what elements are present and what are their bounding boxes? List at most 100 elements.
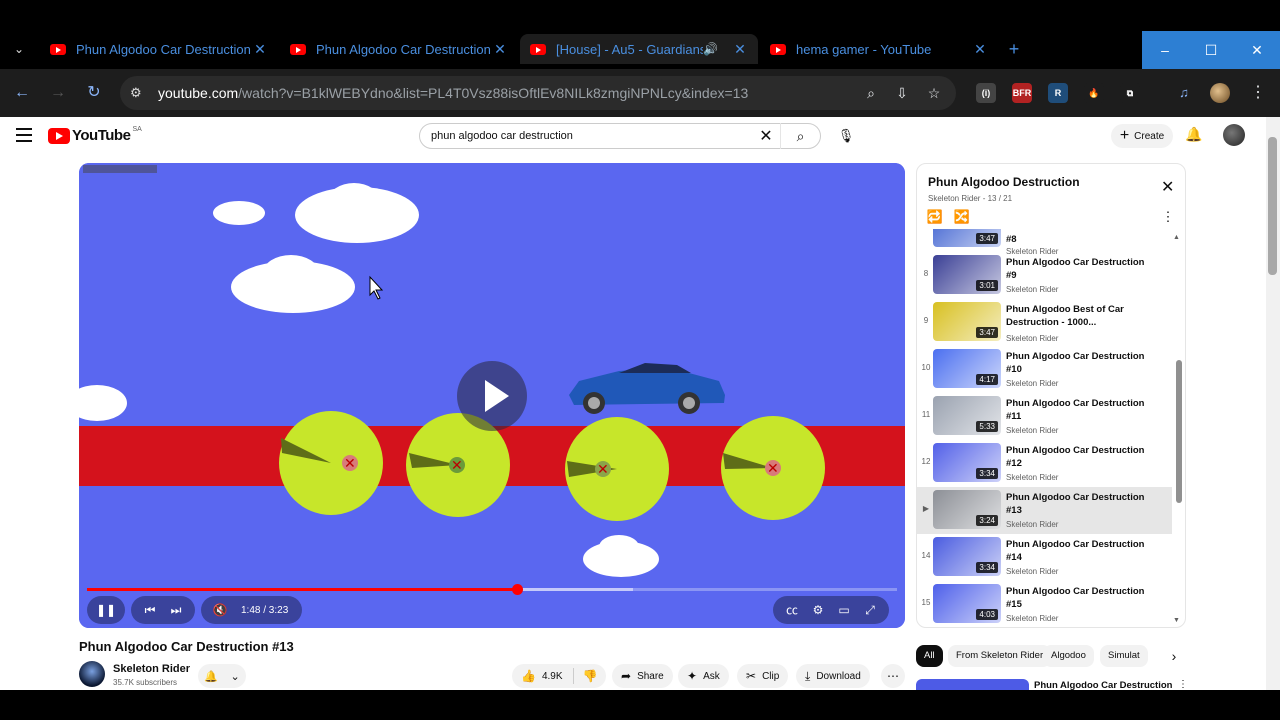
browser-tab[interactable]: hema gamer - YouTube ✕ (760, 34, 998, 64)
big-play-button[interactable] (457, 361, 527, 431)
page-scrollbar-thumb[interactable] (1268, 137, 1277, 275)
tab-list-button[interactable]: ⌄ (8, 38, 30, 60)
new-tab-button[interactable]: + (1004, 39, 1024, 59)
playlist-item-channel: Skeleton Rider (1006, 473, 1059, 482)
next-icon[interactable]: ⏭ (163, 597, 189, 623)
playlist-item-index: 11 (921, 410, 931, 419)
playlist-item-thumbnail[interactable]: 5:33 (933, 396, 1001, 435)
fullscreen-icon[interactable]: ⤢ (857, 597, 883, 623)
like-button[interactable]: 👍 4.9K (512, 668, 574, 684)
previous-icon[interactable]: ⏮ (137, 597, 163, 623)
reload-button[interactable]: ↻ (82, 81, 106, 105)
search-input[interactable] (431, 130, 752, 142)
install-app-icon[interactable]: ⇩ (893, 84, 911, 102)
create-button[interactable]: + Create (1111, 124, 1173, 148)
address-bar[interactable]: ⚙ youtube.com/watch?v=B1klWEBYdno&list=P… (120, 76, 956, 110)
clear-search-icon[interactable]: ✕ (752, 126, 780, 146)
channel-avatar[interactable] (79, 661, 105, 687)
filter-chip[interactable]: Algodoo (1043, 645, 1094, 667)
bookmark-star-icon[interactable]: ☆ (925, 84, 943, 102)
browser-menu-icon[interactable]: ⋮ (1246, 81, 1270, 105)
extension-icon[interactable]: 🔥 (1084, 83, 1104, 103)
recommended-menu-icon[interactable]: ⋮ (1178, 679, 1186, 690)
youtube-logo[interactable]: YouTube SA (48, 126, 142, 144)
guide-menu-icon[interactable] (16, 128, 32, 142)
maximize-button[interactable]: ☐ (1188, 31, 1234, 69)
dislike-button[interactable]: 👎 (574, 669, 606, 683)
playlist-title[interactable]: Phun Algodoo Destruction (928, 175, 1080, 189)
playlist-item-thumbnail[interactable]: 3:24 (933, 490, 1001, 529)
playlist-item-index: 14 (921, 551, 931, 560)
recommended-thumbnail[interactable] (916, 679, 1029, 690)
playlist-item-thumbnail[interactable]: 3:47 (933, 229, 1001, 247)
filter-chip[interactable]: Simulat (1100, 645, 1148, 667)
minimize-button[interactable]: – (1142, 31, 1188, 69)
ask-button[interactable]: ✦ Ask (678, 664, 729, 688)
back-button[interactable]: ← (10, 81, 34, 105)
extension-icon[interactable]: BFR (1012, 83, 1032, 103)
playlist-item[interactable]: 14 3:34 Phun Algodoo Car Destruction #14 Sk… (917, 534, 1172, 581)
playlist-item[interactable]: ▶ 3:24 Phun Algodoo Car Destruction #13 Ske… (917, 487, 1172, 534)
playlist-item[interactable]: 73:47#8Skeleton Rider (917, 229, 1172, 256)
download-button[interactable]: ⤓ Download (796, 664, 870, 688)
recommended-video[interactable]: Phun Algodoo Car Destruction ⋮ (916, 679, 1186, 690)
theater-mode-icon[interactable]: ▭ (831, 597, 857, 623)
filter-chip[interactable]: All (916, 645, 943, 667)
shuffle-icon[interactable]: 🔀 (953, 209, 971, 227)
tab-audio-icon[interactable]: 🔊 (703, 42, 718, 56)
playlist-item-thumbnail[interactable]: 4:17 (933, 349, 1001, 388)
media-controls-icon[interactable]: ♫ (1172, 81, 1196, 105)
extension-icon[interactable]: (i) (976, 83, 996, 103)
close-playlist-icon[interactable]: ✕ (1161, 177, 1174, 197)
playlist-item-thumbnail[interactable]: 3:34 (933, 443, 1001, 482)
subscription-bell-button[interactable]: 🔔 ⌄ (198, 664, 246, 688)
browser-tab[interactable]: [House] - Au5 - Guardians (🔊 ✕ (520, 34, 758, 64)
more-actions-button[interactable]: ⋯ (881, 664, 905, 688)
playlist-item[interactable]: 9 3:47 Phun Algodoo Best of Car Destructio… (917, 299, 1172, 346)
recommended-title[interactable]: Phun Algodoo Car Destruction (1034, 680, 1172, 690)
playlist-item-thumbnail[interactable]: 3:01 (933, 255, 1001, 294)
tab-close-icon[interactable]: ✕ (972, 41, 988, 58)
playlist-item-thumbnail[interactable]: 3:47 (933, 302, 1001, 341)
scroll-down-icon[interactable]: ▼ (1173, 617, 1180, 624)
playlist-item-thumbnail[interactable]: 3:34 (933, 537, 1001, 576)
pause-icon[interactable]: ❚❚ (93, 597, 119, 623)
notifications-bell-icon[interactable]: 🔔 (1185, 126, 1203, 144)
browser-tab[interactable]: Phun Algodoo Car Destruction ✕ (40, 34, 278, 64)
channel-name[interactable]: Skeleton Rider (113, 663, 190, 675)
zoom-icon[interactable]: ⌕ (862, 84, 880, 102)
profile-avatar[interactable] (1208, 81, 1232, 105)
mute-icon[interactable]: 🔇 (207, 597, 233, 623)
playlist-item[interactable]: 12 3:34 Phun Algodoo Car Destruction #12 Sk… (917, 440, 1172, 487)
playlist-item-thumbnail[interactable]: 4:03 (933, 584, 1001, 623)
browser-tab[interactable]: Phun Algodoo Car Destruction ✕ (280, 34, 518, 64)
share-button[interactable]: ➦ Share (612, 664, 673, 688)
tab-close-icon[interactable]: ✕ (492, 41, 508, 58)
site-info-icon[interactable]: ⚙ (130, 85, 148, 101)
extension-icon[interactable]: R (1048, 83, 1068, 103)
forward-button[interactable]: → (46, 81, 70, 105)
playlist-item[interactable]: 8 3:01 Phun Algodoo Car Destruction #9 Skel… (917, 252, 1172, 299)
extension-icon[interactable]: ⧉ (1120, 83, 1140, 103)
playlist-scrollbar-thumb[interactable] (1176, 360, 1182, 503)
search-button[interactable]: ⌕ (780, 123, 820, 149)
seek-bar[interactable] (87, 584, 897, 595)
scroll-up-icon[interactable]: ▲ (1173, 234, 1180, 241)
playlist-item-duration: 4:17 (976, 374, 998, 385)
voice-search-icon[interactable]: 🎙 (835, 125, 857, 147)
playlist-item[interactable]: 11 5:33 Phun Algodoo Car Destruction #11 Sk… (917, 393, 1172, 440)
video-player[interactable]: ✕ ✕ ✕ ✕ ❚❚ ⏮ ⏭ 🔇 1:48 / 3:23 ㏄ ⚙ ▭ ⤢ (79, 163, 905, 628)
playlist-item[interactable]: 10 4:17 Phun Algodoo Car Destruction #10 Sk… (917, 346, 1172, 393)
chips-next-icon[interactable]: › (1162, 645, 1186, 667)
filter-chip[interactable]: From Skeleton Rider (948, 645, 1052, 667)
tab-close-icon[interactable]: ✕ (732, 41, 748, 58)
clip-button[interactable]: ✂ Clip (737, 664, 789, 688)
loop-icon[interactable]: 🔁 (926, 209, 944, 227)
playlist-menu-icon[interactable]: ⋮ (1159, 209, 1177, 227)
playlist-item[interactable]: 15 4:03 Phun Algodoo Car Destruction #15 Sk… (917, 581, 1172, 627)
tab-close-icon[interactable]: ✕ (252, 41, 268, 58)
settings-gear-icon[interactable]: ⚙ (805, 597, 831, 623)
close-window-button[interactable]: ✕ (1234, 31, 1280, 69)
captions-icon[interactable]: ㏄ (779, 597, 805, 623)
account-avatar[interactable] (1223, 124, 1245, 146)
